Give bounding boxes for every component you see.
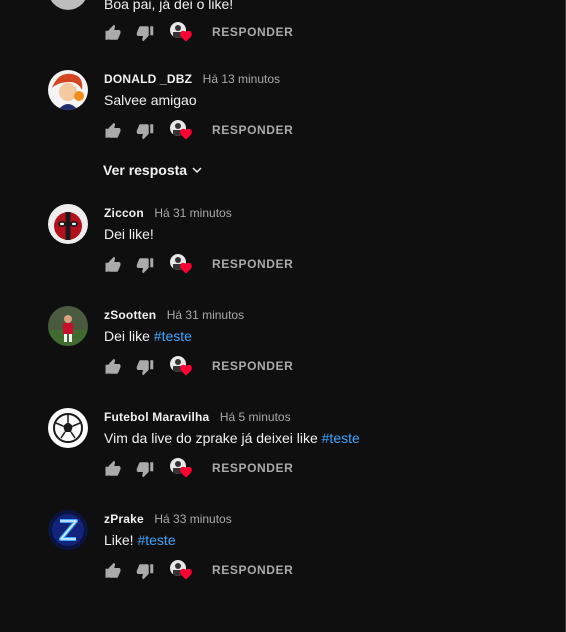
thumbs-down-icon[interactable]	[136, 122, 154, 140]
comment-text: Dei like #teste	[104, 328, 192, 344]
z-logo-avatar-icon[interactable]	[48, 510, 88, 550]
reply-button[interactable]: RESPONDER	[212, 25, 293, 39]
comment-actions: RESPONDER	[104, 458, 404, 484]
thumbs-up-icon[interactable]	[104, 562, 122, 580]
thumbs-up-icon[interactable]	[104, 358, 122, 376]
comment-actions: RESPONDER	[104, 254, 404, 280]
deadpool-avatar-icon[interactable]	[48, 204, 88, 244]
thumbs-down-icon[interactable]	[136, 256, 154, 274]
comment-timestamp[interactable]: Há 31 minutos	[167, 308, 244, 322]
creator-heart-icon	[170, 458, 194, 480]
reply-button[interactable]: RESPONDER	[212, 563, 293, 577]
comment-author[interactable]: zSootten	[104, 308, 156, 322]
comment-text: Dei like!	[104, 226, 154, 242]
creator-heart-icon	[170, 356, 194, 378]
thumbs-up-icon[interactable]	[104, 256, 122, 274]
comment-author[interactable]: Ziccon	[104, 206, 144, 220]
comment-author[interactable]: DONALD _DBZ	[104, 72, 192, 86]
reply-button[interactable]: RESPONDER	[212, 257, 293, 271]
creator-heart-icon	[170, 254, 194, 276]
thumbs-down-icon[interactable]	[136, 24, 154, 42]
creator-heart-icon	[170, 22, 194, 44]
hashtag-link[interactable]: #teste	[322, 430, 360, 446]
soccer-ball-avatar-icon[interactable]	[48, 408, 88, 448]
reply-button[interactable]: RESPONDER	[212, 461, 293, 475]
comment-author[interactable]: Futebol Maravilha	[104, 410, 209, 424]
thumbs-down-icon[interactable]	[136, 358, 154, 376]
comment-actions: RESPONDER	[104, 356, 404, 382]
comment-actions: RESPONDER	[104, 120, 404, 146]
thumbs-down-icon[interactable]	[136, 460, 154, 478]
view-replies-button[interactable]: Ver resposta	[103, 162, 203, 178]
comment-timestamp[interactable]: Há 13 minutos	[203, 72, 280, 86]
thumbs-up-icon[interactable]	[104, 122, 122, 140]
comment-timestamp[interactable]: Há 31 minutos	[154, 206, 231, 220]
comment-text: Boa pai, já dei o like!	[104, 0, 234, 12]
thumbs-down-icon[interactable]	[136, 562, 154, 580]
reply-button[interactable]: RESPONDER	[212, 359, 293, 373]
hashtag-link[interactable]: #teste	[137, 532, 175, 548]
comment-text: Salvee amigao	[104, 92, 197, 108]
comment-actions: RESPONDER	[104, 560, 404, 586]
soccer-player-avatar-icon[interactable]	[48, 306, 88, 346]
comment-actions: RESPONDER	[104, 22, 404, 48]
hashtag-link[interactable]: #teste	[154, 328, 192, 344]
thumbs-up-icon[interactable]	[104, 24, 122, 42]
creator-heart-icon	[170, 560, 194, 582]
creator-heart-icon	[170, 120, 194, 142]
comment-text: Like! #teste	[104, 532, 176, 548]
cartoon-avatar-icon[interactable]	[48, 70, 88, 110]
comment-timestamp[interactable]: Há 5 minutos	[220, 410, 291, 424]
comment-text: Vim da live do zprake já deixei like #te…	[104, 430, 360, 446]
reply-button[interactable]: RESPONDER	[212, 123, 293, 137]
chevron-down-icon	[192, 167, 202, 174]
partial-avatar-icon[interactable]	[48, 0, 88, 10]
comment-timestamp[interactable]: Há 33 minutos	[154, 512, 231, 526]
comment-author[interactable]: zPrake	[104, 512, 144, 526]
thumbs-up-icon[interactable]	[104, 460, 122, 478]
